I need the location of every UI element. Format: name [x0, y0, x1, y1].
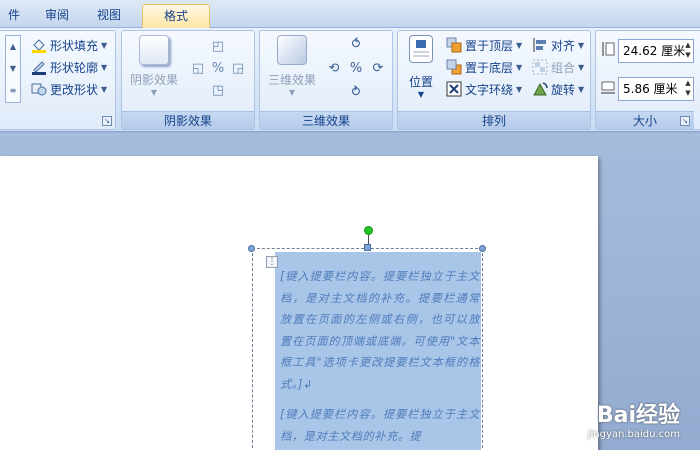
ribbon-tab-strip: 件 审阅 视图 格式	[0, 0, 700, 28]
text-wrap-button[interactable]: 文字环绕 ▼	[446, 79, 522, 99]
shadow-effects-button[interactable]: 阴影效果 ▼	[126, 35, 182, 97]
text-wrap-icon	[446, 81, 462, 97]
3d-toggle-icon[interactable]: %	[348, 61, 364, 77]
3d-effects-label: 三维效果	[260, 111, 392, 129]
arrange-label: 排列	[398, 111, 590, 129]
rotation-handle[interactable]	[364, 226, 373, 235]
tilt-down-icon[interactable]: ⥁	[348, 85, 364, 101]
3d-box-icon	[277, 35, 307, 65]
shape-styles-group: ▲ ▼ ≡ 形状填充 ▼ 形状轮廓 ▼ 更改形状 ▼ ↘	[0, 30, 116, 130]
size-group: 24.62 厘米 ▲ ▼ 5.86 厘米 ▲ ▼ 大小 ↘	[595, 30, 700, 130]
tab-file[interactable]: 件	[0, 4, 28, 28]
tab-format[interactable]: 格式	[142, 4, 210, 28]
shape-outline-button[interactable]: 形状轮廓 ▼	[31, 57, 107, 77]
shadow-effects-label: 阴影效果	[122, 111, 254, 129]
anchor-icon[interactable]: ⋮	[266, 256, 278, 268]
bring-front-icon	[446, 37, 462, 53]
position-button[interactable]: 位置 ▼	[402, 35, 440, 99]
shape-fill-button[interactable]: 形状填充 ▼	[31, 35, 107, 55]
resize-handle-top-left[interactable]	[248, 245, 255, 252]
shape-styles-launcher-icon[interactable]: ↘	[102, 116, 112, 126]
shadow-toggle-icon[interactable]: %	[210, 61, 226, 77]
style-gallery-scroll[interactable]: ▲ ▼ ≡	[5, 35, 21, 103]
send-back-icon	[446, 59, 462, 75]
arrange-group: 位置 ▼ 置于顶层 ▼ 置于底层 ▼ 文字环绕 ▼ 对齐 ▼ 组合 ▼ 旋转 ▼…	[397, 30, 591, 130]
bring-to-front-button[interactable]: 置于顶层 ▼	[446, 35, 522, 55]
resize-handle-top[interactable]	[364, 244, 371, 251]
position-page-icon	[409, 35, 433, 63]
3d-effects-group: 三维效果 ▼ ⥀ ⟲ % ⟳ ⥁ 三维效果	[259, 30, 393, 130]
size-launcher-icon[interactable]: ↘	[680, 116, 690, 126]
pen-outline-icon	[31, 59, 47, 75]
group-button[interactable]: 组合 ▼	[532, 57, 584, 77]
width-spinner[interactable]: ▲ ▼	[682, 78, 694, 98]
baidu-watermark: Bai经验 jingyan.baidu.com	[588, 397, 680, 440]
watermark-logo: Bai经验	[596, 403, 680, 428]
height-spinner[interactable]: ▲ ▼	[682, 40, 694, 60]
send-to-back-button[interactable]: 置于底层 ▼	[446, 57, 522, 77]
nudge-right-icon[interactable]: ◲	[230, 61, 246, 77]
tab-review[interactable]: 审阅	[34, 4, 80, 28]
tilt-left-icon[interactable]: ⟲	[326, 61, 342, 77]
sidebar-paragraph-1[interactable]: [键入提要栏内容。提要栏独立于主文档，是对主文档的补充。提要栏通常放置在页面的左…	[280, 266, 480, 395]
paint-bucket-icon	[31, 37, 47, 53]
nudge-down-icon[interactable]: ◳	[210, 83, 226, 99]
shadow-box-icon	[139, 35, 169, 65]
change-shape-button[interactable]: 更改形状 ▼	[31, 79, 107, 99]
shapes-icon	[31, 81, 47, 97]
tab-view[interactable]: 视图	[86, 4, 132, 28]
tilt-up-icon[interactable]: ⥀	[348, 37, 364, 53]
rotate-button[interactable]: 旋转 ▼	[532, 79, 584, 99]
group-objects-icon	[532, 59, 548, 75]
align-icon	[532, 37, 548, 53]
3d-effects-button[interactable]: 三维效果 ▼	[264, 35, 320, 97]
align-button[interactable]: 对齐 ▼	[532, 35, 584, 55]
sidebar-paragraph-2[interactable]: [键入提要栏内容。提要栏独立于主文档，是对主文档的补充。提	[280, 404, 480, 447]
width-icon	[600, 79, 616, 95]
rotate-icon	[532, 81, 548, 97]
tilt-right-icon[interactable]: ⟳	[370, 61, 386, 77]
nudge-up-icon[interactable]: ◰	[210, 39, 226, 55]
watermark-url: jingyan.baidu.com	[587, 429, 680, 440]
resize-handle-top-right[interactable]	[479, 245, 486, 252]
shadow-effects-group: 阴影效果 ▼ ◰ ◱ % ◲ ◳ 阴影效果	[121, 30, 255, 130]
nudge-left-icon[interactable]: ◱	[190, 61, 206, 77]
ribbon: ▲ ▼ ≡ 形状填充 ▼ 形状轮廓 ▼ 更改形状 ▼ ↘ 阴影效果 ▼ ◰ ◱ …	[0, 28, 700, 132]
height-icon	[600, 41, 616, 57]
